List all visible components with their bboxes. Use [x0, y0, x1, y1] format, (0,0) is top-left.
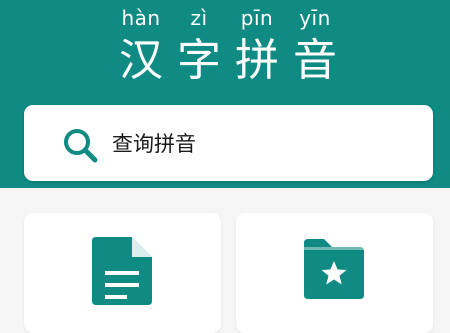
search-placeholder: 查询拼音: [112, 132, 196, 156]
title-char-pin: pīn 拼: [227, 0, 287, 90]
document-icon: [92, 237, 152, 305]
title-hanzi: 音: [293, 35, 337, 86]
title-pinyin: hàn: [121, 6, 161, 30]
search-icon: [64, 129, 98, 163]
card-document[interactable]: [24, 213, 221, 333]
title-char-zi: zì 字: [169, 0, 229, 90]
title-pinyin: yīn: [299, 6, 331, 30]
title-pinyin: zì: [190, 6, 208, 30]
title-hanzi: 拼: [235, 35, 279, 86]
title-hanzi: 字: [177, 35, 221, 86]
star-folder-icon: [304, 239, 364, 299]
search-bar[interactable]: 查询拼音: [24, 105, 433, 181]
card-favorites[interactable]: [236, 213, 433, 333]
title-char-yin: yīn 音: [285, 0, 345, 90]
title-hanzi: 汉: [119, 35, 163, 86]
title-pinyin: pīn: [240, 6, 274, 30]
title-char-han: hàn 汉: [111, 0, 171, 90]
app-title: hàn 汉 zì 字 pīn 拼 yīn 音: [0, 0, 450, 100]
